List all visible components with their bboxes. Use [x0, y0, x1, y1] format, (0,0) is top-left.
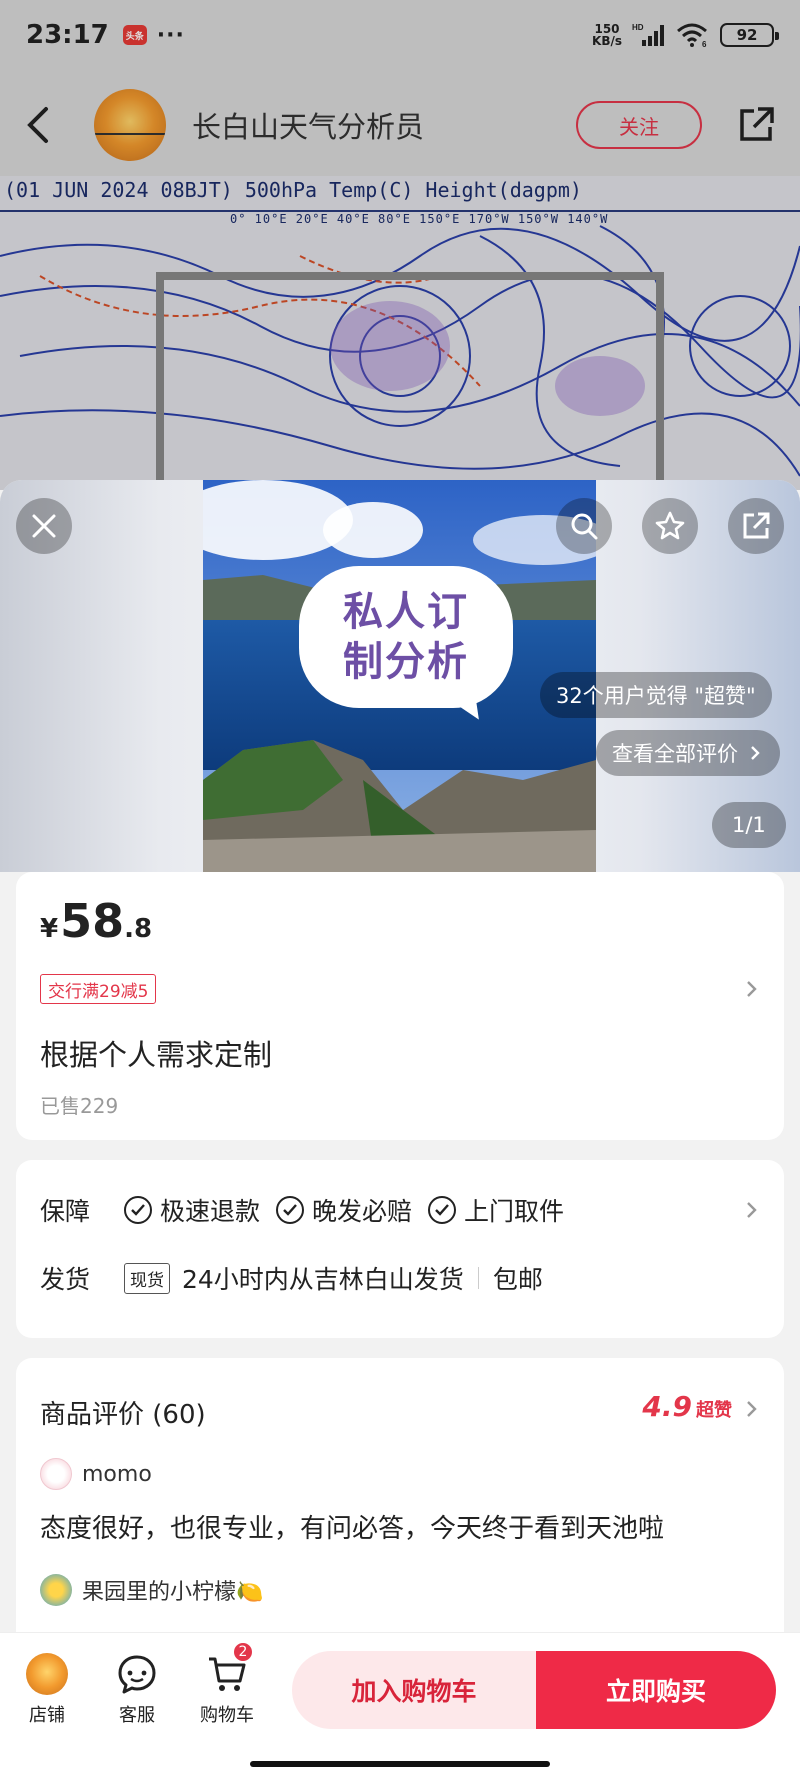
product-gallery[interactable]: 私人订制分析 32个用户觉得 "超赞" 查看全部评价 1/1 — [0, 480, 800, 872]
praise-badge: 32个用户觉得 "超赞" — [540, 672, 772, 718]
guarantee-text: 极速退款 — [160, 1197, 261, 1226]
price-decimal: .8 — [124, 914, 153, 944]
home-indicator[interactable] — [250, 1761, 550, 1767]
product-image[interactable]: 私人订制分析 — [203, 480, 596, 872]
bubble-text: 私人订制分析 — [343, 589, 469, 685]
speech-bubble: 私人订制分析 — [299, 566, 513, 708]
check-circle-icon — [124, 1196, 152, 1224]
free-shipping: 包邮 — [492, 1265, 543, 1294]
customer-service-button[interactable]: 客服 — [102, 1653, 172, 1727]
guarantee-item: 上门取件 — [428, 1192, 564, 1228]
store-label: 店铺 — [29, 1705, 65, 1726]
page-indicator: 1/1 — [712, 802, 786, 848]
search-button[interactable] — [556, 498, 612, 554]
avatar — [40, 1574, 72, 1606]
view-all-reviews-button[interactable]: 查看全部评价 — [596, 730, 780, 776]
bottom-action-bar: 店铺 客服 2 购物车 加入购物车 立即购买 — [0, 1632, 800, 1778]
review-username: 果园里的小柠檬🍋 — [82, 1580, 264, 1605]
review-user: momo — [40, 1458, 152, 1490]
share-icon — [743, 512, 770, 539]
guarantee-row[interactable]: 保障 极速退款 晚发必赔 上门取件 — [40, 1192, 580, 1228]
shipping-label: 发货 — [40, 1265, 91, 1294]
guarantee-item: 极速退款 — [124, 1192, 260, 1228]
favorite-button[interactable] — [642, 498, 698, 554]
customer-service-label: 客服 — [119, 1705, 155, 1726]
price-card: ¥ 58 .8 交行满29减5 根据个人需求定制 已售229 — [16, 872, 784, 1140]
chevron-right-icon — [751, 746, 760, 760]
search-icon — [571, 513, 598, 540]
guarantee-text: 上门取件 — [464, 1197, 565, 1226]
avatar — [40, 1458, 72, 1490]
product-sheet: 私人订制分析 32个用户觉得 "超赞" 查看全部评价 1/1 ¥ 58 .8 交… — [0, 480, 800, 1778]
store-avatar-icon — [26, 1653, 68, 1695]
chevron-right-icon[interactable] — [742, 1399, 762, 1419]
cart-label: 购物车 — [200, 1705, 254, 1726]
price-integer: 58 — [60, 894, 125, 948]
chevron-right-icon[interactable] — [742, 979, 762, 999]
review-text: 态度很好，也很专业，有问必答，今天终于看到天池啦 — [40, 1514, 665, 1544]
check-circle-icon — [276, 1196, 305, 1224]
promo-tag[interactable]: 交行满29减5 — [40, 974, 157, 1004]
guarantee-item: 晚发必赔 — [276, 1192, 412, 1228]
close-button[interactable] — [16, 498, 72, 554]
guarantee-text: 晚发必赔 — [312, 1197, 413, 1226]
store-button[interactable]: 店铺 — [12, 1653, 82, 1727]
rating-word: 超赞 — [696, 1400, 732, 1421]
rating-score: 4.9 — [642, 1390, 692, 1423]
reviews-title: 商品评价 (60) — [40, 1400, 206, 1430]
cart-icon-wrap: 2 — [206, 1641, 254, 1695]
add-to-cart-button[interactable]: 加入购物车 — [292, 1651, 536, 1729]
stock-tag: 现货 — [124, 1262, 170, 1294]
share-button[interactable] — [728, 498, 784, 554]
rating[interactable]: 4.9 超赞 — [642, 1390, 732, 1423]
cart-button[interactable]: 2 购物车 — [192, 1641, 262, 1727]
product-title: 根据个人需求定制 — [40, 1038, 273, 1072]
chevron-right-icon[interactable] — [742, 1200, 762, 1220]
cart-count-badge: 2 — [232, 1641, 254, 1663]
shipping-row: 发货 现货 24小时内从吉林白山发货 包邮 — [40, 1260, 543, 1296]
sold-count: 已售229 — [40, 1094, 119, 1118]
check-circle-icon — [428, 1196, 457, 1224]
shipping-text: 24小时内从吉林白山发货 — [182, 1265, 464, 1294]
dim-overlay[interactable] — [0, 0, 800, 490]
review-user: 果园里的小柠檬🍋 — [40, 1574, 263, 1606]
review-username: momo — [82, 1461, 152, 1487]
price: ¥ 58 .8 — [40, 894, 152, 948]
background-page: 23:17 头条 ··· 150 KB/s HD 6 92 长白山天气分析员 关… — [0, 0, 800, 490]
star-icon — [655, 511, 685, 540]
close-icon — [32, 514, 56, 538]
chat-icon — [118, 1655, 156, 1694]
view-all-reviews-label: 查看全部评价 — [612, 742, 738, 766]
guarantee-label: 保障 — [40, 1197, 91, 1226]
buy-now-button[interactable]: 立即购买 — [536, 1651, 776, 1729]
divider — [477, 1267, 479, 1289]
service-card[interactable]: 保障 极速退款 晚发必赔 上门取件 发货 现货 24小时内从吉林白山发货 包邮 — [16, 1160, 784, 1338]
currency-symbol: ¥ — [40, 914, 59, 944]
